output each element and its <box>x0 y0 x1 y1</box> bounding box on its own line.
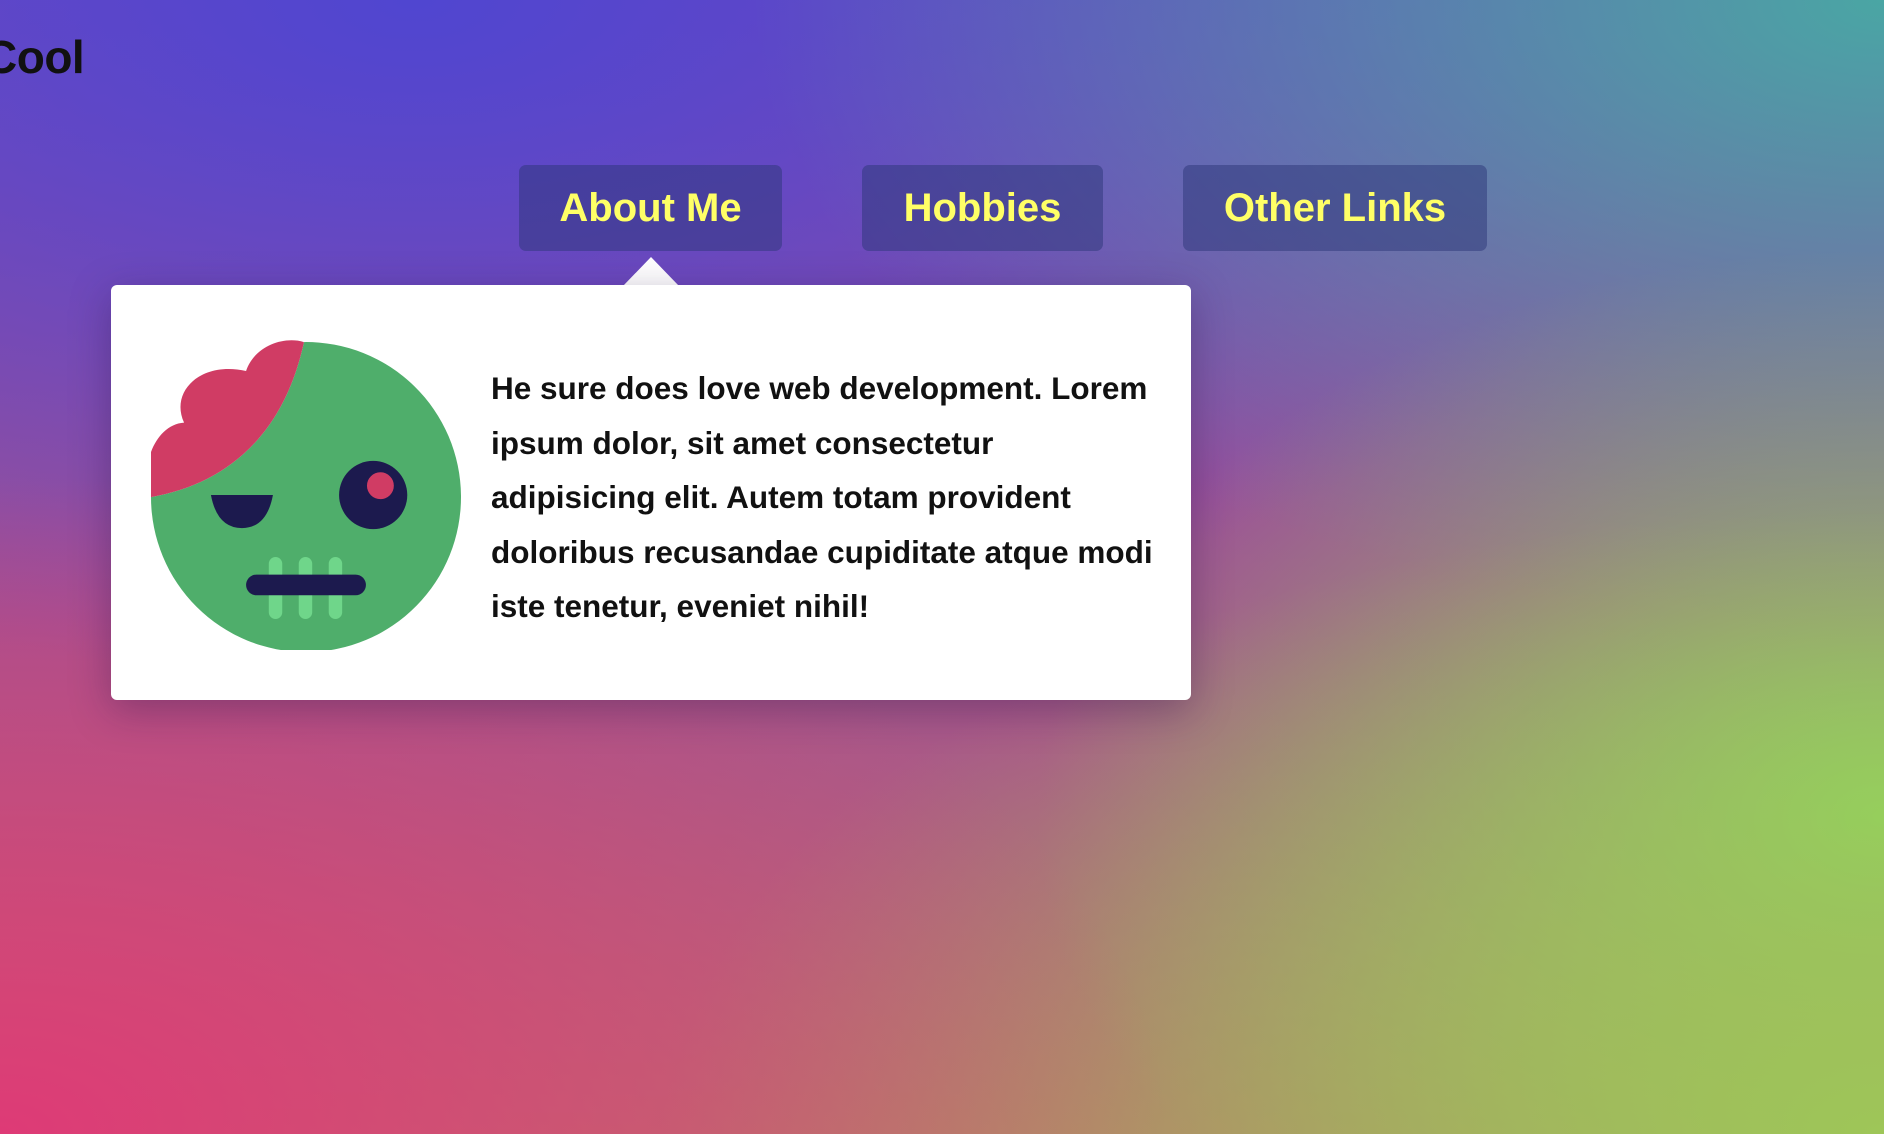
nav-other-links-button[interactable]: Other Links <box>1183 165 1487 251</box>
nav-hobbies-button[interactable]: Hobbies <box>862 165 1103 251</box>
zombie-face-icon <box>151 340 461 650</box>
popover-arrow <box>623 257 679 286</box>
nav-about-me-button[interactable]: About Me <box>519 165 782 251</box>
about-me-popover: He sure does love web development. Lorem… <box>111 285 1191 700</box>
site-brand: Cool <box>0 31 85 83</box>
popover-description: He sure does love web development. Lorem… <box>491 370 1153 624</box>
